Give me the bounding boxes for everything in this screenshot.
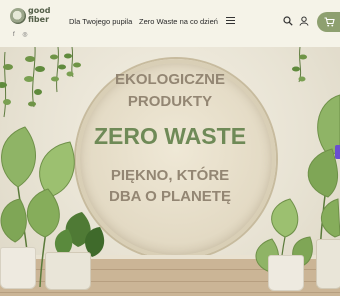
nav-link-zero-waste[interactable]: Zero Waste na co dzień	[139, 17, 218, 26]
plant-pot-left-2	[45, 252, 91, 290]
cart-button[interactable]	[317, 12, 340, 32]
site-header: good fiber f ◎ Dla Twojego pupila Zero W…	[0, 0, 340, 47]
side-widget-tab[interactable]	[335, 145, 340, 159]
nav-link-pets[interactable]: Dla Twojego pupila	[69, 17, 132, 26]
logo-mark-icon	[10, 8, 26, 24]
hero-headline: ZERO WASTE	[93, 123, 247, 149]
plant-pot-left	[0, 247, 36, 289]
plant-pot-right-2	[316, 239, 340, 289]
plant-pot-right	[268, 255, 304, 291]
user-icon[interactable]	[299, 16, 309, 26]
instagram-icon[interactable]: ◎	[22, 32, 27, 38]
hero-line-4: PIĘKNO, KTÓRE	[110, 167, 230, 184]
logo-text-line1: good	[28, 6, 51, 15]
logo-text: good fiber	[28, 6, 50, 24]
search-icon[interactable]	[283, 16, 293, 26]
hero-banner: EKOLOGICZNE PRODUKTY ZERO WASTE PIĘKNO, …	[0, 47, 340, 296]
cart-icon	[324, 17, 335, 27]
logo-text-line2: fiber	[28, 15, 50, 24]
hero-line-5: DBA O PLANETĘ	[109, 188, 231, 205]
hero-line-2: PRODUKTY	[127, 93, 213, 110]
menu-icon[interactable]	[226, 17, 235, 24]
facebook-icon[interactable]: f	[13, 32, 15, 38]
hero-line-1: EKOLOGICZNE	[114, 71, 225, 88]
logo[interactable]: good fiber	[10, 6, 50, 28]
social-links: f ◎	[13, 31, 34, 38]
